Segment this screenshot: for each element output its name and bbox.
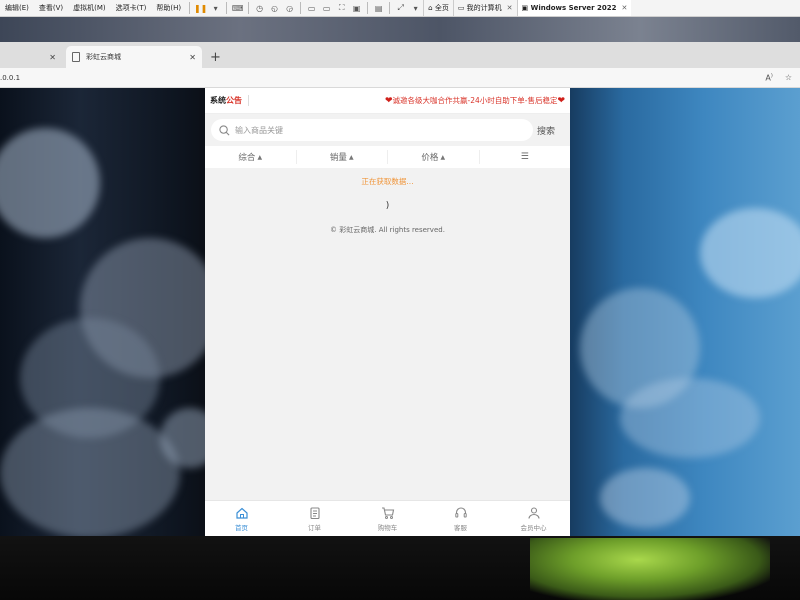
browser-tab[interactable]: ✕	[0, 46, 62, 68]
vm-tab-my-computer[interactable]: ▭ 我的计算机 ✕	[452, 0, 517, 16]
copyright-text: © 彩虹云商城. All rights reserved.	[330, 226, 445, 234]
search-button[interactable]: 搜索	[537, 124, 555, 137]
sort-comprehensive[interactable]: 综合 ▲	[205, 150, 297, 164]
menu-vm[interactable]: 虚拟机(M)	[68, 3, 111, 13]
desktop-wallpaper-bottom	[0, 536, 800, 600]
notice-marquee[interactable]: ❤诚邀各级大咖合作共赢-24小时自助下单-售后稳定❤	[249, 95, 565, 106]
sidebar-toggle-icon[interactable]: ▭	[306, 3, 317, 14]
close-tab-icon[interactable]: ✕	[49, 53, 56, 62]
new-tab-icon[interactable]: +	[210, 46, 221, 68]
vm-icon: ▣	[521, 4, 531, 12]
list-view-icon: ☰	[520, 152, 529, 162]
menu-tabs[interactable]: 选项卡(T)	[111, 3, 152, 13]
pause-icon[interactable]: ❚❚	[194, 3, 207, 14]
shop-page: 系统公告 ❤诚邀各级大咖合作共赢-24小时自助下单-售后稳定❤ 搜索 综合▲ 销…	[205, 88, 570, 536]
fullscreen-icon[interactable]: ⛶	[336, 3, 347, 14]
sort-bar: 综合 ▲ 销量 ▲ 价格 ▲ ☰	[205, 146, 570, 168]
separator	[189, 2, 191, 14]
bokeh-light	[700, 208, 800, 298]
menu-edit[interactable]: 编辑(E)	[0, 3, 34, 13]
bokeh-light	[0, 408, 180, 536]
stray-text: )	[385, 201, 390, 211]
separator	[226, 2, 228, 14]
menu-view[interactable]: 查看(V)	[34, 3, 68, 13]
headset-icon	[454, 506, 467, 517]
close-icon[interactable]: ✕	[622, 4, 628, 12]
browser-tab-active[interactable]: 彩虹云商城 ✕	[66, 46, 202, 68]
sort-sales[interactable]: 销量 ▲	[297, 150, 388, 164]
separator	[367, 2, 369, 14]
menu-help[interactable]: 帮助(H)	[151, 3, 186, 13]
nav-support[interactable]: 客服	[424, 501, 497, 536]
sort-price[interactable]: 价格 ▲	[388, 150, 480, 164]
dropdown-icon[interactable]: ▾	[410, 3, 421, 14]
vm-tab-home[interactable]: ⌂ 全页	[423, 0, 453, 16]
nav-home[interactable]: 首页	[205, 501, 278, 536]
search-input[interactable]	[235, 125, 495, 135]
thumbnail-icon[interactable]: ▭	[321, 3, 332, 14]
separator	[389, 2, 391, 14]
page-icon	[72, 52, 80, 62]
tent-image	[530, 538, 770, 600]
notice-bar: 系统公告 ❤诚邀各级大咖合作共赢-24小时自助下单-售后稳定❤	[205, 88, 570, 114]
console-icon[interactable]: ▤	[373, 3, 384, 14]
revert-snapshot-icon[interactable]: ◵	[269, 3, 280, 14]
search-row: 搜索	[205, 114, 570, 146]
unity-icon[interactable]: ▣	[351, 3, 362, 14]
nav-member[interactable]: 会员中心	[497, 501, 570, 536]
bokeh-light	[620, 378, 760, 458]
favorite-icon[interactable]: ☆	[785, 73, 792, 83]
vm-toolbar: 编辑(E) 查看(V) 虚拟机(M) 选项卡(T) 帮助(H) ❚❚ ▾ ⌨ ◷…	[0, 0, 800, 17]
separator	[248, 2, 250, 14]
bokeh-light	[0, 128, 100, 238]
notice-title: 系统公告	[210, 95, 249, 106]
address-bar[interactable]: .0.0.1 A) ☆	[0, 68, 800, 88]
snapshot-manager-icon[interactable]: ◶	[284, 3, 295, 14]
bottom-nav: 首页 订单 购物车 客服 会员中心	[205, 500, 570, 536]
dropdown-icon[interactable]: ▾	[210, 3, 221, 14]
close-icon[interactable]: ✕	[507, 4, 513, 12]
browser-tab-bar: ✕ 彩虹云商城 ✕ +	[0, 42, 800, 68]
separator	[300, 2, 302, 14]
sort-arrows-icon: ▲	[257, 153, 263, 161]
user-icon	[527, 506, 540, 519]
read-aloud-icon[interactable]: A)	[765, 73, 772, 83]
stretch-icon[interactable]: ⤢	[395, 3, 406, 14]
snapshot-icon[interactable]: ◷	[254, 3, 265, 14]
loading-text: 正在获取数据...	[361, 177, 414, 186]
home-icon	[235, 507, 248, 519]
home-icon: ⌂	[428, 4, 435, 12]
order-icon	[309, 506, 320, 519]
url-text[interactable]: .0.0.1	[0, 74, 20, 82]
send-keys-icon[interactable]: ⌨	[232, 3, 244, 14]
cart-icon	[381, 506, 394, 519]
close-tab-icon[interactable]: ✕	[189, 53, 196, 62]
sort-arrows-icon: ▲	[440, 153, 446, 161]
view-toggle[interactable]: ☰	[480, 150, 571, 164]
bokeh-light	[600, 468, 690, 528]
heart-icon: ❤	[557, 96, 565, 106]
vm-tab-windows-server[interactable]: ▣ Windows Server 2022 ✕	[516, 0, 632, 16]
sort-arrows-icon: ▲	[348, 153, 354, 161]
search-icon	[219, 124, 230, 135]
monitor-icon: ▭	[457, 4, 467, 12]
desktop-wallpaper	[0, 17, 800, 42]
tab-title: 彩虹云商城	[86, 53, 121, 61]
nav-cart[interactable]: 购物车	[351, 501, 424, 536]
nav-orders[interactable]: 订单	[278, 501, 351, 536]
search-box[interactable]	[211, 119, 533, 141]
